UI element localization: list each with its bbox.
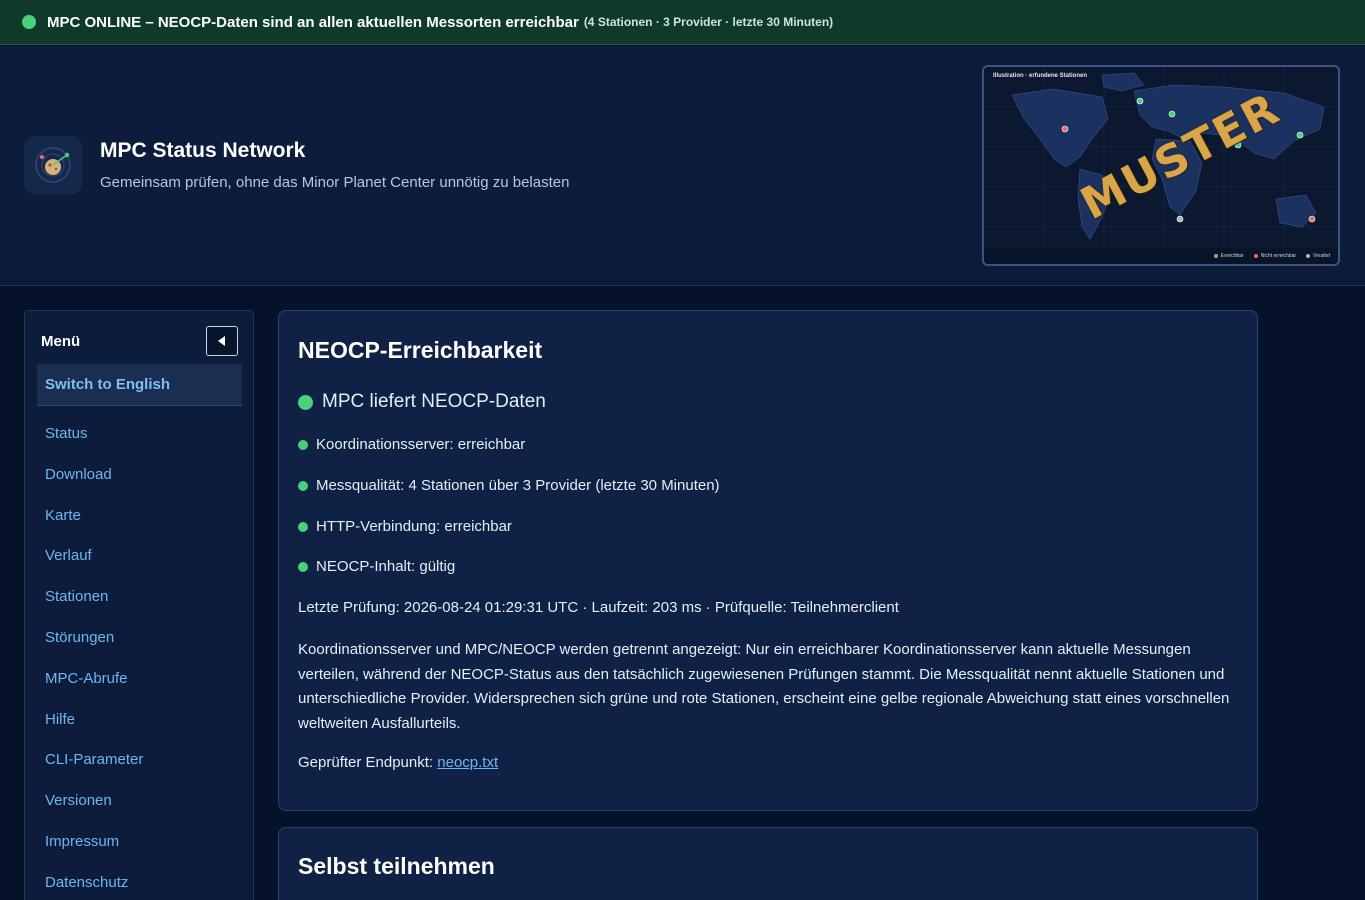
sidebar-item-mpc-abrufe[interactable]: MPC-Abrufe	[45, 670, 128, 687]
banner-details: (4 Stationen · 3 Provider · letzte 30 Mi…	[583, 15, 834, 29]
station-map-preview[interactable]: Illustration · erfundene Stationen MUSTE…	[982, 65, 1340, 266]
check-http-connection: HTTP-Verbindung: erreichbar	[298, 518, 512, 535]
sidebar-item-stationen[interactable]: Stationen	[45, 588, 108, 605]
legend-stale: Veraltet	[1306, 253, 1330, 259]
sidebar-item-cli-parameter[interactable]: CLI-Parameter	[45, 751, 143, 768]
map-legend: Erreichbar Nicht erreichbar Veraltet	[1213, 253, 1330, 259]
radar-icon[interactable]	[24, 136, 82, 194]
collapse-menu-button[interactable]	[206, 326, 238, 356]
card-title: Selbst teilnehmen	[298, 853, 495, 879]
check-coordination-server: Koordinationsserver: erreichbar	[298, 436, 525, 453]
sidebar-item-stoerungen[interactable]: Störungen	[45, 629, 114, 646]
legend-label: Veraltet	[1313, 253, 1330, 259]
legend-dot-red	[1253, 254, 1258, 258]
map-caption: Illustration · erfundene Stationen	[993, 73, 1088, 79]
status-banner: MPC ONLINE – NEOCP-Daten sind an allen a…	[0, 0, 1365, 45]
check-neocp-content: NEOCP-Inhalt: gültig	[298, 558, 455, 575]
menu-title: Menü	[41, 333, 81, 350]
card-title: NEOCP-Erreichbarkeit	[298, 337, 543, 363]
switch-language-link[interactable]: Switch to English	[37, 364, 242, 406]
status-dot-green	[298, 561, 308, 572]
sidebar-menu: Menü Switch to English Status Download K…	[24, 310, 254, 900]
sidebar-item-versionen[interactable]: Versionen	[45, 792, 112, 809]
legend-label: Nicht erreichbar	[1260, 253, 1297, 259]
page-header: MPC Status Network Gemeinsam prüfen, ohn…	[0, 46, 1365, 286]
status-dot-green	[298, 439, 308, 450]
legend-dot-green	[1213, 254, 1218, 258]
triangle-left-icon	[218, 336, 225, 346]
neocp-status-card: NEOCP-Erreichbarkeit MPC liefert NEOCP-D…	[278, 310, 1258, 811]
sidebar-item-download[interactable]: Download	[45, 466, 112, 483]
sidebar-item-status[interactable]: Status	[45, 425, 88, 442]
sidebar-item-karte[interactable]: Karte	[45, 507, 81, 524]
explanation-text: Koordinationsserver und MPC/NEOCP werden…	[298, 641, 1230, 732]
participate-card: Selbst teilnehmen	[278, 827, 1258, 900]
site-subtitle: Gemeinsam prüfen, ohne das Minor Planet …	[100, 174, 570, 191]
check-text: Messqualität: 4 Stationen über 3 Provide…	[316, 477, 720, 494]
status-dot-green	[298, 480, 308, 491]
site-title: MPC Status Network	[100, 139, 306, 162]
legend-label: Erreichbar	[1220, 253, 1244, 259]
status-headline-text: MPC liefert NEOCP-Daten	[322, 391, 546, 412]
sidebar-item-hilfe[interactable]: Hilfe	[45, 711, 75, 728]
online-status-dot	[22, 15, 36, 29]
mpc-status-headline: MPC liefert NEOCP-Daten	[298, 391, 546, 413]
status-dot-green	[298, 521, 308, 532]
sidebar-item-verlauf[interactable]: Verlauf	[45, 547, 92, 564]
sidebar-item-datenschutz[interactable]: Datenschutz	[45, 874, 128, 891]
check-text: Koordinationsserver: erreichbar	[316, 436, 526, 453]
status-dot-green	[298, 394, 313, 410]
check-text: NEOCP-Inhalt: gültig	[316, 558, 456, 575]
banner-message: MPC ONLINE – NEOCP-Daten sind an allen a…	[47, 13, 579, 31]
check-text: HTTP-Verbindung: erreichbar	[316, 518, 512, 535]
endpoint-label: Geprüfter Endpunkt:	[298, 754, 434, 771]
endpoint-row: Geprüfter Endpunkt: neocp.txt	[298, 754, 498, 771]
check-measurement-quality: Messqualität: 4 Stationen über 3 Provide…	[298, 477, 720, 494]
legend-unreachable: Nicht erreichbar	[1253, 253, 1297, 259]
last-check-info: Letzte Prüfung: 2026-08-24 01:29:31 UTC …	[298, 599, 899, 616]
sidebar-item-impressum[interactable]: Impressum	[45, 833, 119, 850]
legend-dot-gray	[1306, 254, 1311, 258]
endpoint-link[interactable]: neocp.txt	[437, 754, 498, 771]
legend-reachable: Erreichbar	[1213, 253, 1244, 259]
